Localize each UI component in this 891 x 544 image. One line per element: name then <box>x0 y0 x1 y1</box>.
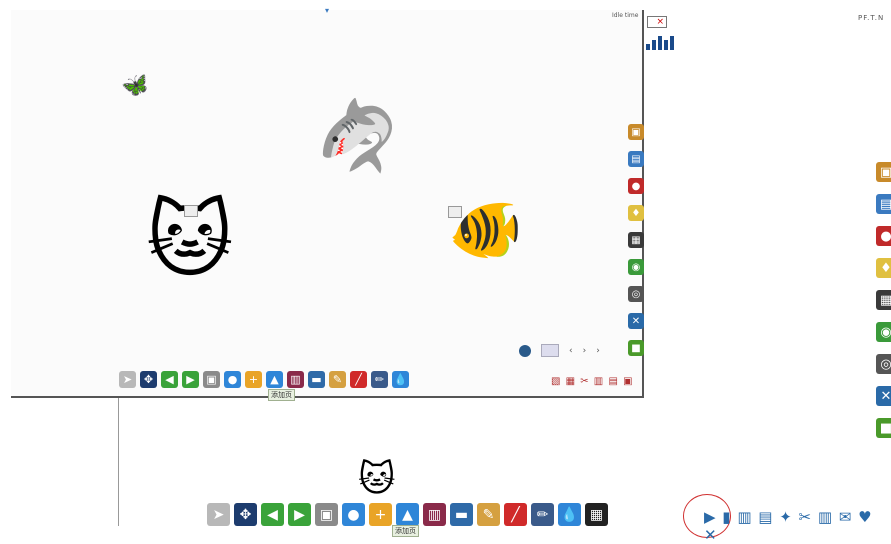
toolbar-large-add-page-icon[interactable]: + <box>369 503 392 526</box>
sidebar-small-globe-icon[interactable]: ◉ <box>628 259 644 275</box>
toolbar-small-back-icon[interactable]: ◀ <box>161 371 178 388</box>
toolbar-small-book-icon[interactable]: ▥ <box>287 371 304 388</box>
toolbar-small-add-page-icon[interactable]: + <box>245 371 262 388</box>
sidebar-large-box-icon[interactable]: ■ <box>876 418 891 438</box>
toolbar-small-circle-icon[interactable]: ● <box>224 371 241 388</box>
close-icon[interactable]: × <box>647 16 667 28</box>
sidebar-small-picture-icon[interactable]: ▣ <box>628 124 644 140</box>
toolbar-small: ➤ ✥ ◀ ▶ ▣ ● + ▲ ▥ ▬ ✎ ╱ ✏ 💧 <box>119 371 409 388</box>
pager-next[interactable]: › <box>583 346 587 356</box>
toolbar-large-grid-icon[interactable]: ✥ <box>234 503 257 526</box>
sidebar-large-picture-icon[interactable]: ▣ <box>876 162 891 182</box>
toolbar-large: ➤ ✥ ◀ ▶ ▣ ● + ▲ ▥ ▬ ✎ ╱ ✏ 💧 ▦ <box>207 503 608 526</box>
toolbar-small-grid-icon[interactable]: ✥ <box>140 371 157 388</box>
main-canvas-window <box>11 10 644 398</box>
monitor-icon[interactable] <box>541 344 559 357</box>
pager-last[interactable]: › <box>596 346 600 356</box>
toolbar-large-pointer-icon[interactable]: ➤ <box>207 503 230 526</box>
sidebar-small: ▣ ▤ ● ♦ ▦ ◉ ◎ ✕ ■ <box>628 124 644 367</box>
sidebar-large-record-icon[interactable]: ● <box>876 226 891 246</box>
toolbar-large-drop-icon[interactable]: 💧 <box>558 503 581 526</box>
pager-controls: ‹ › › <box>519 344 600 357</box>
sidebar-small-film-icon[interactable]: ▦ <box>628 232 644 248</box>
signal-icon[interactable] <box>646 36 676 50</box>
sidebar-large-camera-icon[interactable]: ◎ <box>876 354 891 374</box>
toolbar-large-upload-icon[interactable]: ▲ <box>396 503 419 526</box>
toolbar-small-marker-icon[interactable]: ╱ <box>350 371 367 388</box>
sidebar-large-film-icon[interactable]: ▦ <box>876 290 891 310</box>
toolbar-large-forward-icon[interactable]: ▶ <box>288 503 311 526</box>
sidebar-large: ▣ ▤ ● ♦ ▦ ◉ ◎ ✕ ■ <box>876 162 891 450</box>
sidebar-small-tools-icon[interactable]: ✕ <box>628 313 644 329</box>
toolbar-large-eraser-icon[interactable]: ▬ <box>450 503 473 526</box>
cat-small-badge[interactable] <box>184 205 198 217</box>
toolbar-large-pencil-icon[interactable]: ✏ <box>531 503 554 526</box>
toolbar-small-pen-tool-icon[interactable]: ✎ <box>329 371 346 388</box>
sidebar-small-box-icon[interactable]: ■ <box>628 340 644 356</box>
toolbar-large-remote-icon[interactable]: ▦ <box>585 503 608 526</box>
tooltip-small: 添加页 <box>268 389 295 401</box>
tooltip-large: 添加页 <box>392 525 419 537</box>
toolbar-small-eraser-icon[interactable]: ▬ <box>308 371 325 388</box>
window-top-mark: ▾ <box>325 6 330 15</box>
toolbar-large-marker-icon[interactable]: ╱ <box>504 503 527 526</box>
sidebar-small-camera-icon[interactable]: ◎ <box>628 286 644 302</box>
pager-dot-icon[interactable] <box>519 344 531 357</box>
toolbar-large-screenshot-icon[interactable]: ▣ <box>315 503 338 526</box>
toolbar-large-pen-tool-icon[interactable]: ✎ <box>477 503 500 526</box>
toolbar-small-upload-icon[interactable]: ▲ <box>266 371 283 388</box>
toolbar-small-pencil-icon[interactable]: ✏ <box>371 371 388 388</box>
sidebar-large-tools-icon[interactable]: ✕ <box>876 386 891 406</box>
sidebar-large-bulb-icon[interactable]: ♦ <box>876 258 891 278</box>
toolbar-large-back-icon[interactable]: ◀ <box>261 503 284 526</box>
pager-prev[interactable]: ‹ <box>569 346 573 356</box>
sidebar-small-record-icon[interactable]: ● <box>628 178 644 194</box>
sidebar-small-bulb-icon[interactable]: ♦ <box>628 205 644 221</box>
window-corner-label: Idle time <box>612 12 639 19</box>
toolbar-small-screenshot-icon[interactable]: ▣ <box>203 371 220 388</box>
cat-drag-icon[interactable]: 🐱 <box>358 462 396 498</box>
toolbar-small-drop-icon[interactable]: 💧 <box>392 371 409 388</box>
sidebar-large-window-icon[interactable]: ▤ <box>876 194 891 214</box>
mini-toolbar-small[interactable]: ▧ ▦ ✂ ▥ ▤ ▣ <box>551 376 634 387</box>
window-right-corner-label: PF.T.N <box>858 14 885 22</box>
toolbar-large-book-icon[interactable]: ▥ <box>423 503 446 526</box>
sidebar-small-window-icon[interactable]: ▤ <box>628 151 644 167</box>
toolbar-small-pointer-icon[interactable]: ➤ <box>119 371 136 388</box>
fish-small-badge[interactable] <box>448 206 462 218</box>
mini-toolbar-large[interactable]: ▶ ▮ ▥ ▤ ✦ ✂ ▥ ✉ ♥ ✕ <box>704 508 891 544</box>
toolbar-small-forward-icon[interactable]: ▶ <box>182 371 199 388</box>
divider-line <box>118 398 119 526</box>
sidebar-large-globe-icon[interactable]: ◉ <box>876 322 891 342</box>
toolbar-large-circle-icon[interactable]: ● <box>342 503 365 526</box>
